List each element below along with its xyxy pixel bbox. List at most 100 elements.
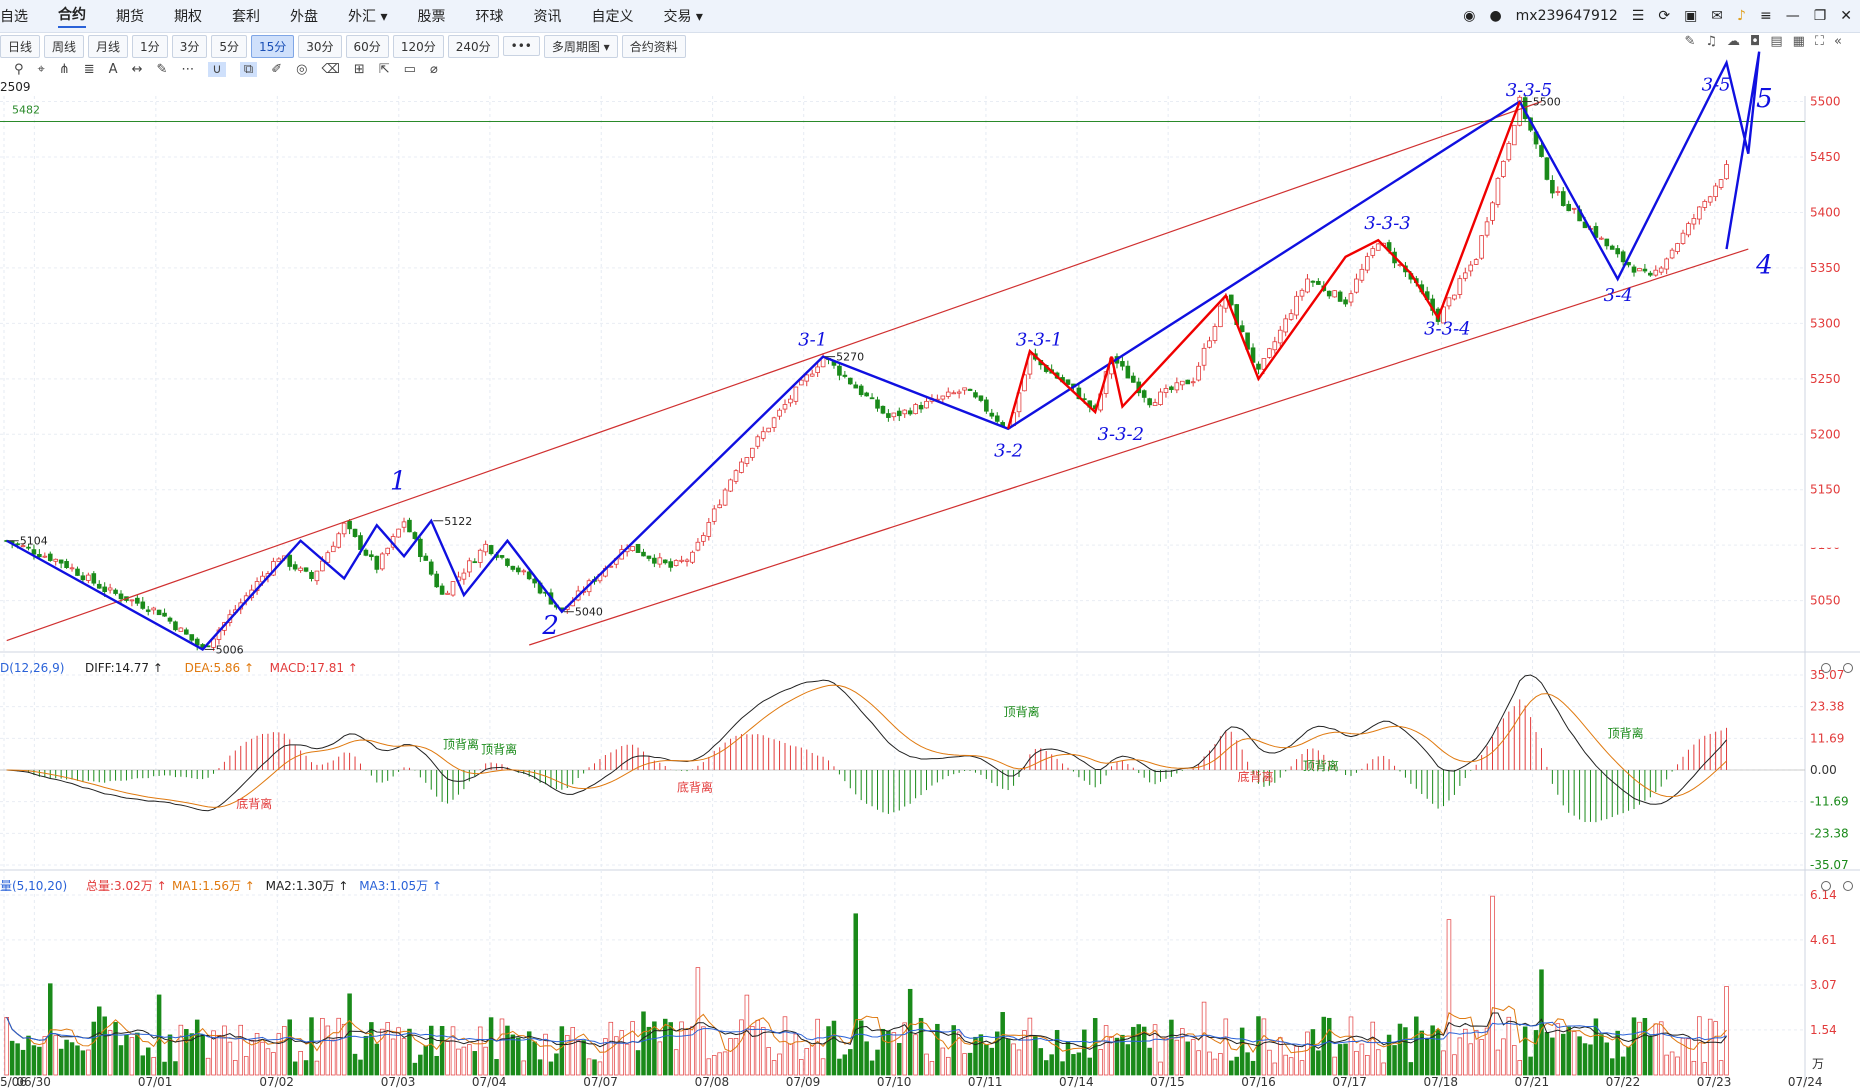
candle-body bbox=[744, 457, 750, 464]
candle-body bbox=[1196, 365, 1201, 381]
candle-body bbox=[325, 552, 331, 563]
candle-body bbox=[1354, 278, 1359, 293]
volume-bar bbox=[548, 1061, 554, 1076]
candle-body bbox=[1446, 297, 1452, 307]
volume-bar bbox=[243, 1056, 249, 1076]
volume-bar bbox=[1463, 1028, 1468, 1076]
volume-bar bbox=[771, 1060, 777, 1076]
candle-body bbox=[320, 560, 325, 572]
candle-body bbox=[412, 532, 418, 539]
volume-bar bbox=[766, 1047, 771, 1076]
volume-bar bbox=[1370, 1021, 1376, 1076]
volume-bar bbox=[739, 1019, 744, 1076]
candle-body bbox=[483, 543, 488, 553]
candle-body bbox=[194, 638, 200, 646]
candle-body bbox=[1479, 235, 1484, 259]
candle-body bbox=[1316, 281, 1321, 285]
hline-label: 5482 bbox=[12, 104, 40, 117]
candle-body bbox=[918, 405, 924, 410]
y-tick-label: 5400 bbox=[1810, 205, 1841, 219]
candle-body bbox=[1615, 248, 1620, 255]
chart-area[interactable]: 5482510450065122504052705500 550054505400… bbox=[0, 0, 1860, 1088]
volume-bar bbox=[799, 1059, 804, 1076]
candle-body bbox=[1680, 232, 1686, 244]
candle-body bbox=[690, 551, 695, 563]
volume-bar bbox=[701, 1026, 706, 1076]
candle-body bbox=[1299, 289, 1305, 297]
candle-body bbox=[167, 617, 173, 622]
candle-body bbox=[1207, 340, 1212, 348]
x-tick-label: 07/24 bbox=[1788, 1075, 1823, 1088]
candle-body bbox=[156, 609, 162, 616]
candle-body bbox=[875, 399, 880, 409]
candle-body bbox=[118, 593, 124, 600]
volume-bar bbox=[1707, 1018, 1713, 1076]
volume-bar bbox=[1098, 1049, 1103, 1076]
candle-body bbox=[1604, 238, 1610, 247]
volume-bar bbox=[1501, 1038, 1506, 1076]
candle-body bbox=[47, 553, 53, 561]
volume-bar bbox=[750, 1026, 755, 1076]
macd-diff-value: DIFF:14.77 ↑ bbox=[85, 661, 163, 675]
candle-body bbox=[64, 561, 69, 569]
candle-body bbox=[962, 387, 967, 391]
candle-body bbox=[1462, 272, 1468, 279]
volume-bar bbox=[1305, 1031, 1310, 1076]
volume-bar bbox=[1185, 1041, 1190, 1076]
grid bbox=[0, 96, 1805, 1078]
y-tick-label: 5300 bbox=[1810, 316, 1841, 330]
divergence-label: 底背离 bbox=[236, 796, 272, 811]
candle-body bbox=[145, 609, 151, 612]
candle-body bbox=[1664, 258, 1669, 270]
candle-body bbox=[989, 412, 995, 417]
candle-body bbox=[363, 549, 369, 556]
volume-bar bbox=[1326, 1017, 1332, 1076]
volume-bar bbox=[401, 1038, 407, 1076]
candle-body bbox=[1065, 379, 1071, 385]
candle-body bbox=[450, 581, 456, 596]
volume-bar bbox=[1588, 1044, 1593, 1076]
candle-body bbox=[1158, 391, 1163, 405]
candle-body bbox=[1724, 164, 1729, 180]
volume-bar bbox=[1457, 1037, 1463, 1076]
candle-body bbox=[1713, 185, 1718, 198]
volume-bar bbox=[777, 1053, 782, 1076]
x-tick-label: 07/21 bbox=[1515, 1075, 1550, 1088]
x-tick-label: 07/07 bbox=[583, 1075, 618, 1088]
volume-bar bbox=[249, 1039, 254, 1076]
divergence-label: 顶背离 bbox=[481, 742, 517, 757]
volume-bar bbox=[309, 1017, 314, 1076]
candle-body bbox=[804, 374, 810, 382]
volume-ma1: MA1:1.56万 ↑ bbox=[172, 879, 255, 893]
candle-body bbox=[984, 399, 989, 412]
volume-bar bbox=[320, 1017, 325, 1076]
candle-body bbox=[1201, 347, 1207, 366]
candle-body bbox=[1337, 291, 1343, 302]
candle-body bbox=[434, 573, 439, 588]
volume-bar bbox=[363, 1035, 369, 1076]
candle-body bbox=[967, 388, 973, 391]
volume-bar bbox=[205, 1057, 211, 1076]
candle-body bbox=[809, 373, 815, 377]
volume-bar bbox=[1332, 1056, 1337, 1076]
y-tick-label: 5350 bbox=[1810, 261, 1841, 275]
candle-body bbox=[445, 592, 450, 595]
volume-bar bbox=[673, 1049, 679, 1076]
divergence-label: 底背离 bbox=[1238, 769, 1274, 784]
volume-ma2: MA2:1.30万 ↑ bbox=[266, 879, 349, 893]
volume-bar bbox=[570, 1027, 575, 1076]
volume-bar bbox=[325, 1025, 331, 1076]
candle-body bbox=[1484, 221, 1490, 236]
candle-body bbox=[1691, 218, 1697, 225]
volume-bar bbox=[1277, 1037, 1283, 1076]
volume-bar bbox=[831, 1020, 837, 1076]
candle-body bbox=[815, 366, 820, 373]
candle-body bbox=[733, 470, 739, 482]
candle-body bbox=[1169, 386, 1174, 390]
volume-bar bbox=[1011, 1043, 1016, 1076]
volume-bar bbox=[390, 1038, 396, 1076]
volume-bar bbox=[1103, 1025, 1109, 1076]
volume-bar bbox=[298, 1051, 303, 1076]
volume-bar bbox=[1512, 1045, 1517, 1076]
wave-label: 3-3-1 bbox=[1016, 330, 1063, 351]
